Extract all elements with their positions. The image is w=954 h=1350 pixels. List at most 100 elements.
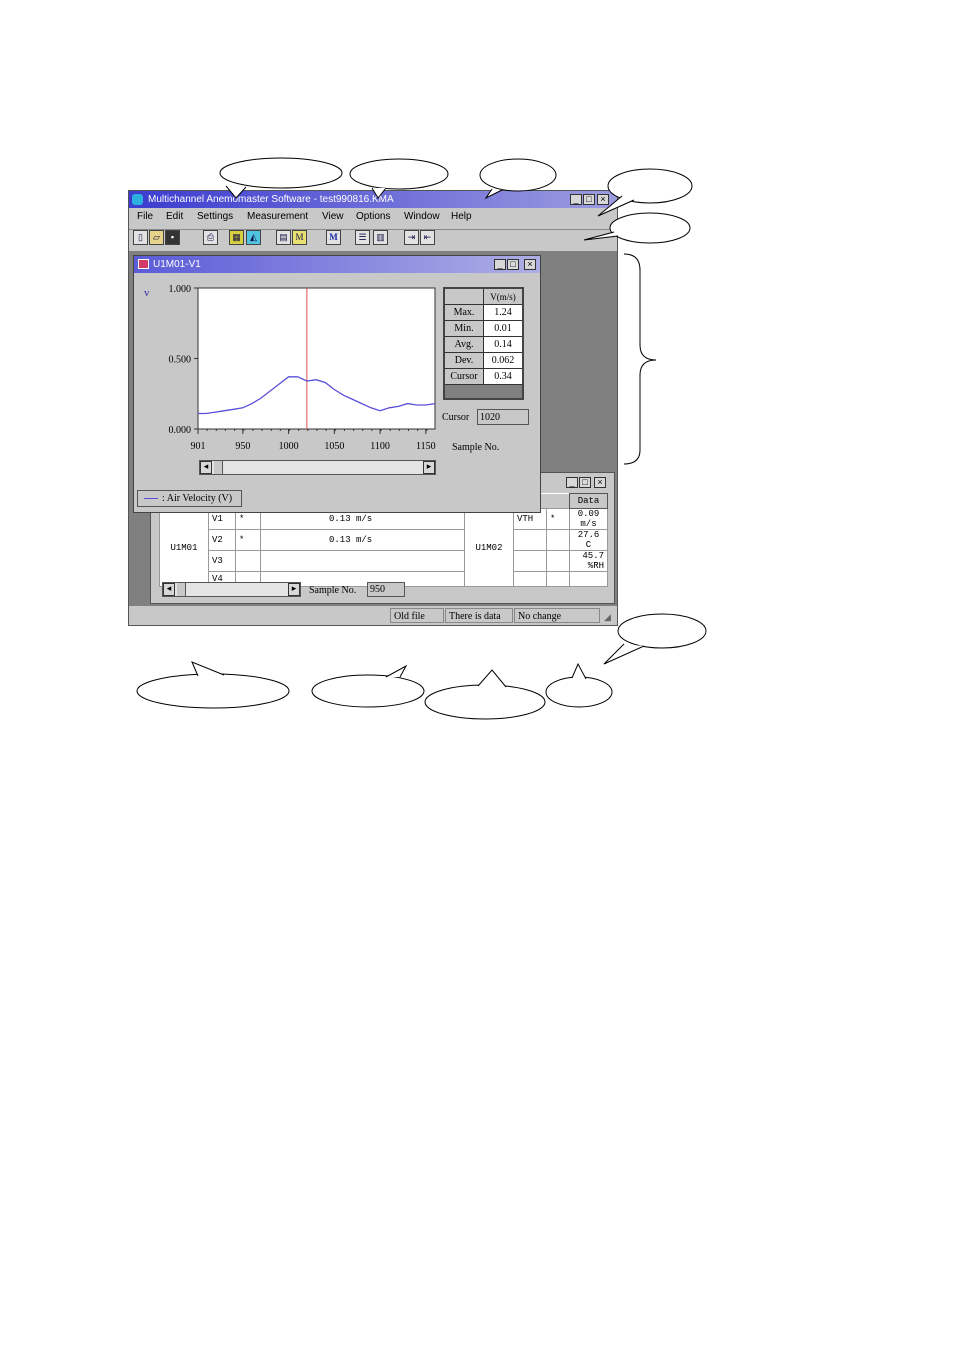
menu-help[interactable]: Help (451, 211, 472, 222)
graph-window-title: U1M01-V1 (153, 259, 201, 270)
scroll-right-icon[interactable]: ▸ (423, 461, 435, 474)
mark-cell (546, 529, 570, 551)
cursor-input[interactable]: 1020 (477, 409, 529, 425)
graph-minimize-button[interactable]: _ (494, 259, 506, 270)
stat-value: 0.34 (483, 368, 524, 385)
x-tick-label: 1150 (416, 441, 436, 452)
status-file: Old file (390, 608, 444, 623)
value-cell: 27.6 C (569, 529, 608, 551)
stat-label: Max. (443, 304, 484, 321)
stat-value: 0.01 (483, 320, 524, 337)
stat-value: 0.14 (483, 336, 524, 353)
channel-cell (513, 571, 547, 587)
app-icon (132, 194, 143, 205)
menu-settings[interactable]: Settings (197, 211, 233, 222)
mark-cell: * (235, 529, 261, 551)
new-file-icon[interactable]: ▯ (133, 230, 148, 245)
stat-label: Min. (443, 320, 484, 337)
graph-close-button[interactable]: × (524, 259, 536, 270)
table-row: Avg. 0.14 (443, 336, 524, 353)
callout-pointer (571, 662, 587, 680)
callout-pointer (385, 664, 408, 678)
value-cell: 0.09 m/s (569, 508, 608, 530)
data-minimize-button[interactable]: _ (566, 477, 578, 488)
scroll-right-icon[interactable]: ▸ (288, 583, 300, 596)
legend: : Air Velocity (V) (137, 490, 242, 507)
value-cell (260, 550, 465, 572)
data-maximize-button[interactable]: □ (579, 477, 591, 488)
window-title: Multichannel Anemomaster Software - test… (148, 194, 394, 205)
status-change: No change (514, 608, 600, 623)
scroll-thumb[interactable] (177, 583, 186, 596)
table-row (444, 384, 523, 399)
callout-bubble (424, 684, 546, 720)
maximize-button[interactable]: □ (583, 194, 595, 205)
stats-table: V(m/s) Max. 1.24 Min. 0.01 Avg. 0.14 Dev… (443, 287, 524, 400)
measure-icon[interactable]: M (292, 230, 307, 245)
menu-view[interactable]: View (322, 211, 344, 222)
callout-bubble (136, 673, 290, 709)
callout-pointer (191, 661, 225, 677)
menu-file[interactable]: File (137, 211, 153, 222)
data-header: Data (569, 493, 608, 509)
callout-bubble (617, 613, 707, 649)
import-icon[interactable]: ⇤ (420, 230, 435, 245)
data-scrollbar[interactable]: ◂ ▸ (162, 582, 301, 597)
stat-label: Avg. (443, 336, 484, 353)
menu-measurement[interactable]: Measurement (247, 211, 308, 222)
table-row: Min. 0.01 (443, 320, 524, 337)
channel-cell (513, 529, 547, 551)
table-row: V(m/s) (443, 287, 524, 305)
close-button[interactable]: × (597, 194, 609, 205)
graph-window-icon (138, 259, 149, 269)
graph-scrollbar[interactable]: ◂ ▸ (199, 460, 436, 475)
x-tick-label: 950 (235, 441, 250, 452)
chart-icon[interactable]: ◭ (246, 230, 261, 245)
menu-window[interactable]: Window (404, 211, 440, 222)
value-cell: 45.7 %RH (569, 550, 608, 572)
table-row: Max. 1.24 (443, 304, 524, 321)
resize-grip-icon[interactable]: ◢ (604, 612, 611, 623)
table-icon[interactable]: ▥ (373, 230, 388, 245)
scroll-left-icon[interactable]: ◂ (200, 461, 212, 474)
workspace-brace (623, 253, 657, 465)
menu-edit[interactable]: Edit (166, 211, 183, 222)
line-chart: 1.000 0.500 0.000 901 950 1000 1050 1100 1150 (169, 284, 436, 452)
mark-cell (546, 550, 570, 572)
list-icon[interactable]: ☰ (355, 230, 370, 245)
scroll-thumb[interactable] (214, 461, 223, 474)
graph-window: U1M01-V1 _ □ × v 1.000 0.500 0.000 901 950 1… (133, 255, 541, 513)
y-tick-label: 0.500 (169, 355, 192, 366)
value-cell: 0.13 m/s (260, 529, 465, 551)
print-icon[interactable]: ⎙ (203, 230, 218, 245)
export-icon[interactable]: ⇥ (404, 230, 419, 245)
value-cell (569, 571, 608, 587)
settings-icon[interactable]: ▤ (276, 230, 291, 245)
menu-options[interactable]: Options (356, 211, 390, 222)
open-folder-icon[interactable]: ▱ (149, 230, 164, 245)
channel-cell: V3 (208, 550, 236, 572)
sample-input[interactable]: 950 (367, 582, 405, 597)
status-data: There is data (445, 608, 513, 623)
save-icon[interactable]: ▪ (165, 230, 180, 245)
cursor-label: Cursor (442, 412, 470, 423)
callout-bubble (349, 158, 449, 190)
x-tick-label: 901 (191, 441, 206, 452)
table-row: Dev. 0.062 (443, 352, 524, 369)
y-axis-symbol: v (144, 287, 150, 299)
minimize-button[interactable]: _ (570, 194, 582, 205)
graph-icon[interactable]: ▦ (229, 230, 244, 245)
menu-bar: File Edit Settings Measurement View Opti… (129, 208, 617, 228)
data-close-button[interactable]: × (594, 477, 606, 488)
x-tick-label: 1000 (279, 441, 299, 452)
callout-bubble (609, 212, 691, 244)
callout-bubble (545, 676, 613, 708)
mark-cell (235, 550, 261, 572)
legend-label: : Air Velocity (V) (162, 493, 233, 504)
x-tick-label: 1050 (324, 441, 344, 452)
graph-maximize-button[interactable]: □ (507, 259, 519, 270)
sample-label: Sample No. (309, 585, 357, 596)
plot-area (197, 287, 436, 430)
m-icon[interactable]: M (326, 230, 341, 245)
scroll-left-icon[interactable]: ◂ (163, 583, 175, 596)
